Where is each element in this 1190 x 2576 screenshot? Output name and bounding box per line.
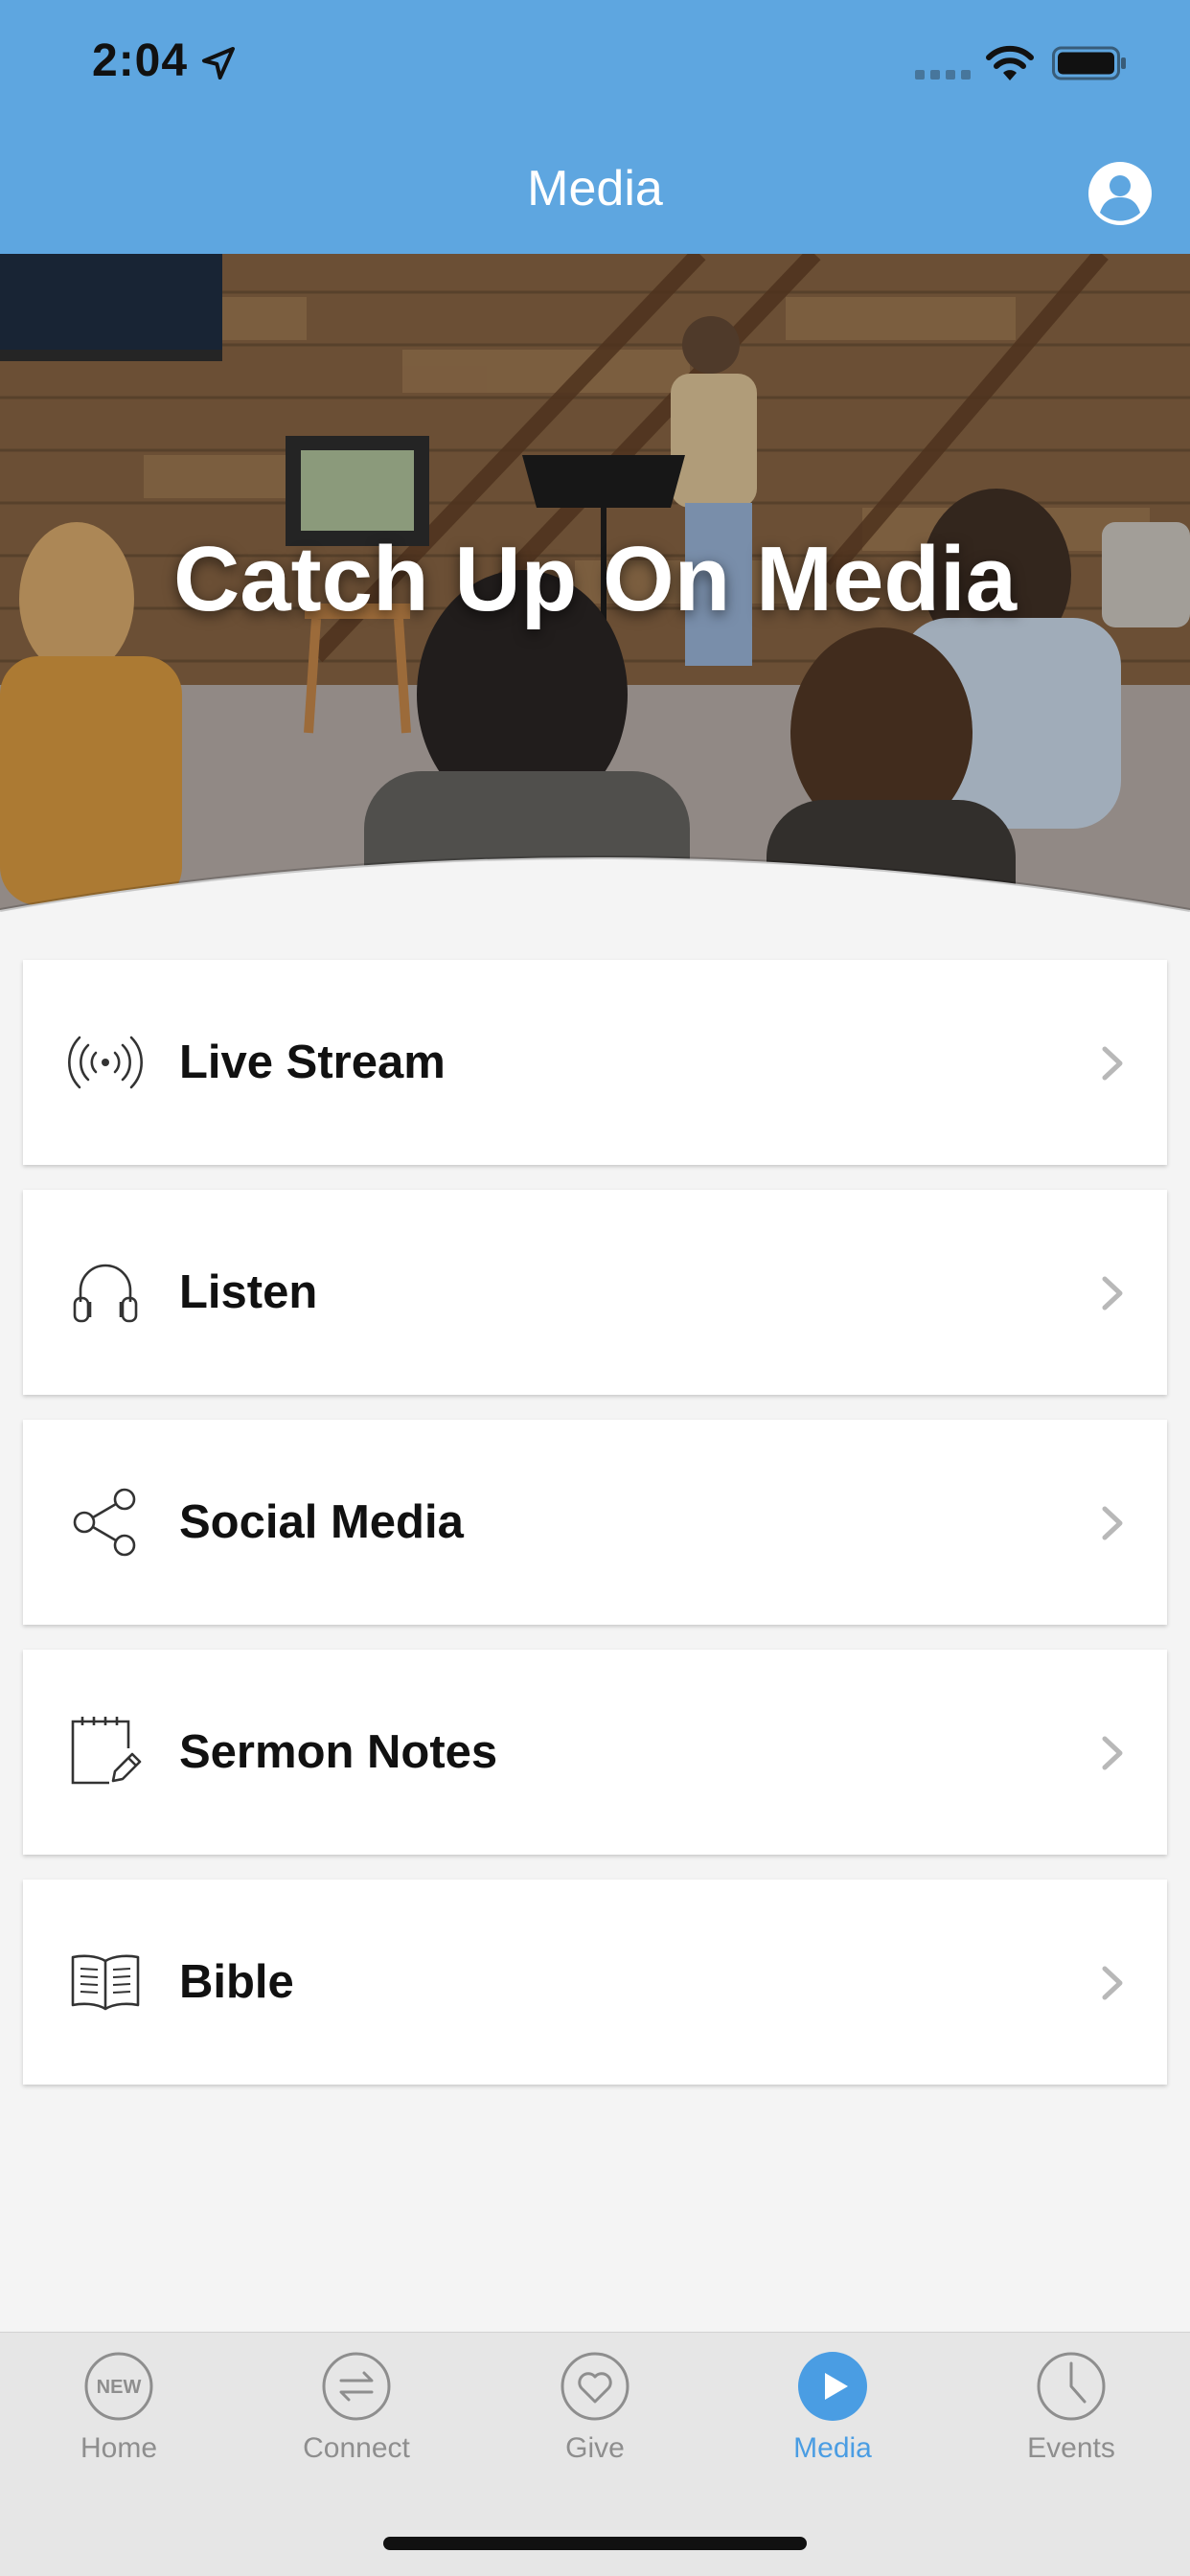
hero-banner: Catch Up On Media (0, 254, 1190, 924)
tab-events[interactable]: Events (952, 2350, 1190, 2465)
headphones-icon (73, 1264, 138, 1323)
new-badge-text: NEW (97, 2377, 142, 2398)
hero-title: Catch Up On Media (172, 528, 1018, 630)
menu-item-label: Live Stream (179, 1037, 446, 1088)
open-book-icon (71, 1954, 140, 2011)
menu-item-label: Listen (179, 1266, 318, 1318)
tab-media[interactable]: Media (714, 2350, 951, 2465)
tab-label: Give (565, 2432, 625, 2464)
play-icon (798, 2352, 867, 2421)
battery-icon (1052, 46, 1126, 80)
broadcast-icon (68, 1036, 143, 1089)
menu-item-live-stream[interactable]: Live Stream (23, 960, 1167, 1165)
tab-label: Media (793, 2432, 872, 2464)
page-title: Media (527, 161, 663, 217)
media-menu-list: Live Stream Listen Social Media Sermon N… (23, 960, 1167, 2109)
menu-item-bible[interactable]: Bible (23, 1880, 1167, 2085)
chevron-right-icon (1102, 1966, 1123, 2000)
menu-item-social-media[interactable]: Social Media (23, 1420, 1167, 1625)
tab-label: Connect (303, 2432, 410, 2464)
menu-item-label: Social Media (179, 1496, 464, 1548)
tab-give[interactable]: Give (476, 2350, 714, 2465)
heart-icon (561, 2352, 629, 2421)
tab-connect[interactable]: Connect (238, 2350, 475, 2465)
tab-label: Events (1027, 2432, 1115, 2464)
new-badge-icon: NEW (84, 2352, 153, 2421)
home-indicator (383, 2537, 807, 2550)
menu-item-label: Bible (179, 1956, 294, 2008)
clock-icon (1037, 2352, 1106, 2421)
menu-item-sermon-notes[interactable]: Sermon Notes (23, 1650, 1167, 1855)
menu-item-label: Sermon Notes (179, 1726, 498, 1778)
menu-item-listen[interactable]: Listen (23, 1190, 1167, 1395)
swap-arrows-icon (322, 2352, 391, 2421)
chevron-right-icon (1102, 1506, 1123, 1540)
status-time: 2:04 (92, 35, 189, 86)
share-icon (73, 1488, 136, 1557)
location-arrow-icon (202, 47, 235, 80)
top-bar: 2:04 Media (0, 0, 1190, 254)
hero-curve (0, 855, 1190, 924)
cellular-signal-icon (915, 70, 971, 80)
tab-home[interactable]: NEW Home (0, 2350, 238, 2465)
profile-icon[interactable] (1087, 160, 1154, 227)
chevron-right-icon (1102, 1276, 1123, 1311)
wifi-icon (986, 45, 1034, 80)
chevron-right-icon (1102, 1046, 1123, 1081)
tab-label: Home (80, 2432, 158, 2464)
notepad-pencil-icon (71, 1717, 142, 1785)
chevron-right-icon (1102, 1736, 1123, 1770)
